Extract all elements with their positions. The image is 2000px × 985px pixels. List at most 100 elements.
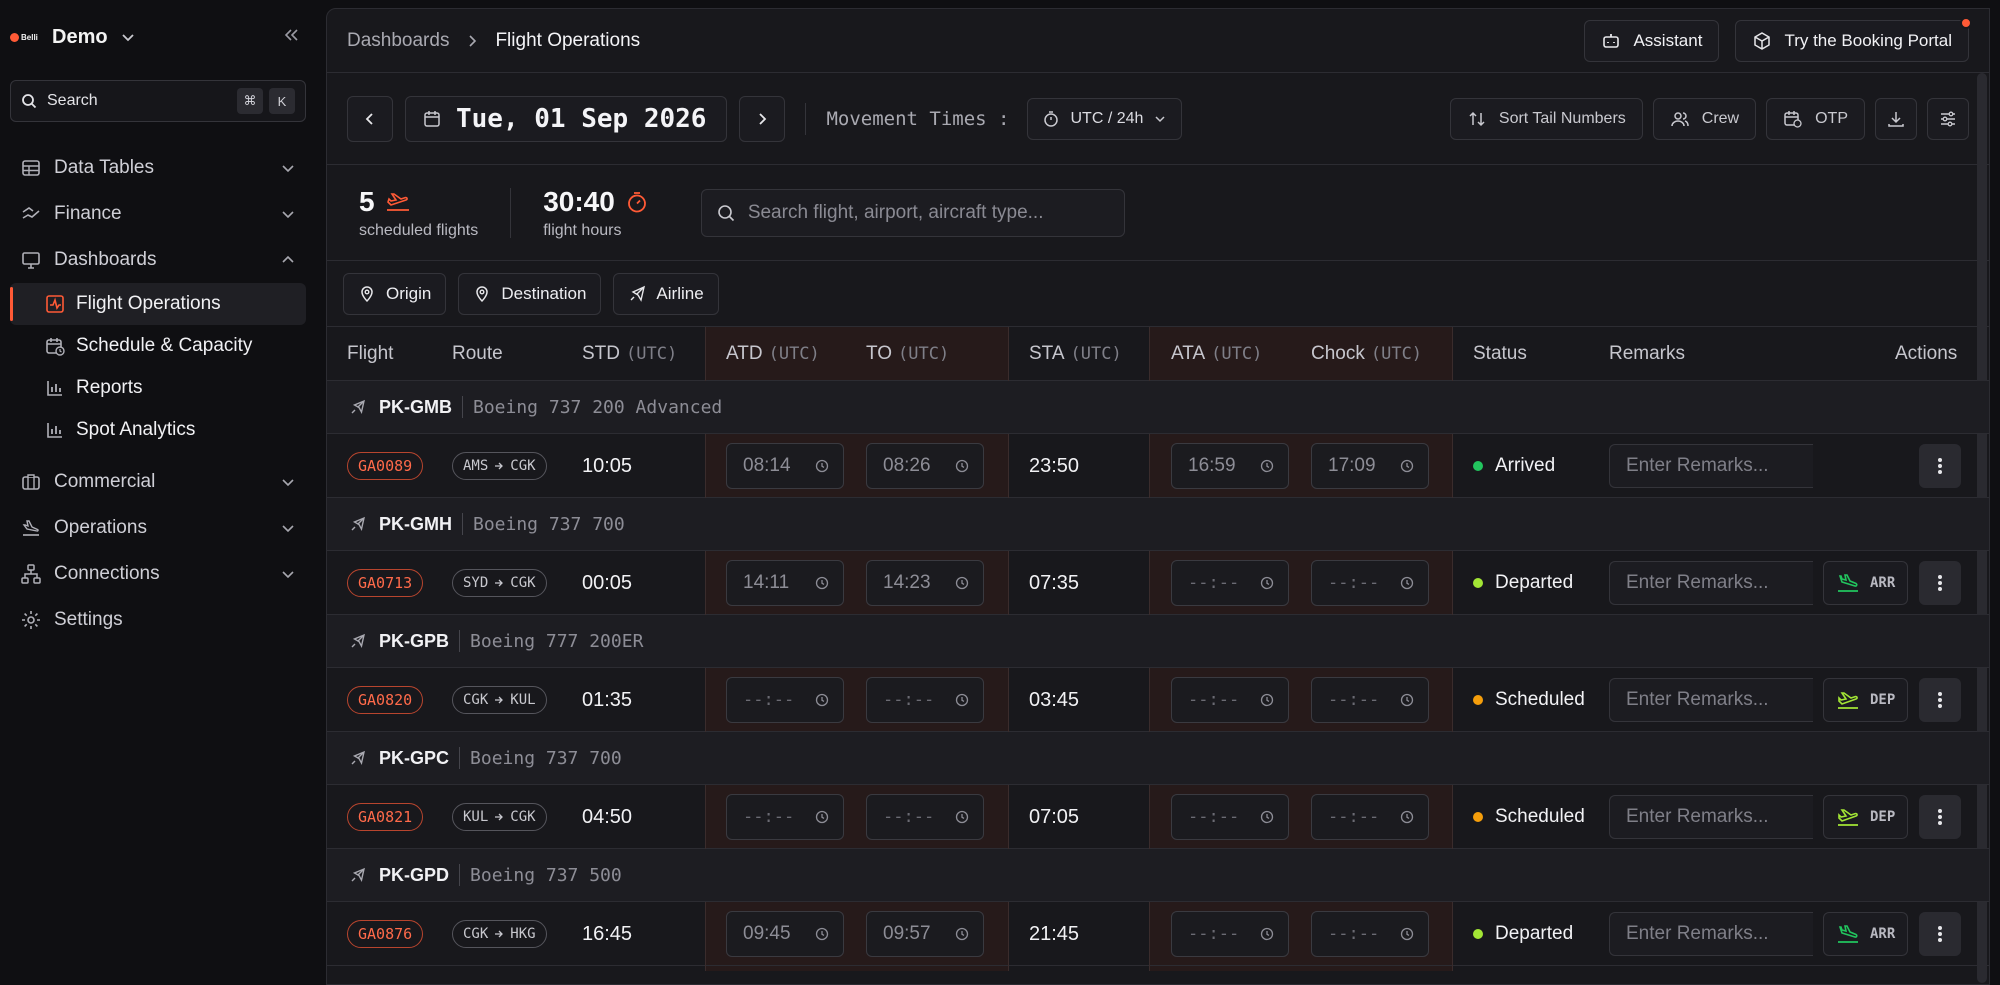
download-button[interactable] xyxy=(1875,97,1917,140)
flight-number-badge[interactable]: GA0821 xyxy=(347,803,424,831)
table-icon xyxy=(20,157,42,179)
origin-filter-button[interactable]: Origin xyxy=(343,272,447,315)
flights-caption: scheduled flights xyxy=(359,221,479,239)
row-menu-button[interactable] xyxy=(1919,912,1961,956)
takeoff-input[interactable]: 09:57 xyxy=(866,911,984,957)
row-menu-button[interactable] xyxy=(1919,444,1961,488)
remarks-input[interactable]: Enter Remarks... xyxy=(1609,912,1813,956)
status-indicator xyxy=(1473,578,1483,588)
row-menu-button[interactable] xyxy=(1919,795,1961,839)
clock-icon xyxy=(955,459,969,473)
takeoff-cell: 09:57 xyxy=(866,902,984,966)
std-value: 01:35 xyxy=(582,688,633,711)
chock-input[interactable]: --:-- xyxy=(1311,560,1429,606)
date-picker[interactable]: Tue, 01 Sep 2026 xyxy=(405,95,728,142)
std-cell: 00:05 xyxy=(582,551,632,615)
destination-filter-button[interactable]: Destination xyxy=(458,272,602,315)
atd-input[interactable]: 08:14 xyxy=(726,443,844,489)
ata-input[interactable]: --:-- xyxy=(1171,794,1289,840)
previous-day-button[interactable] xyxy=(347,95,393,142)
atd-cell: --:-- xyxy=(726,668,844,732)
remarks-input[interactable]: Enter Remarks... xyxy=(1609,444,1813,488)
workspace-switcher[interactable]: Belli Demo xyxy=(10,22,136,52)
ata-input[interactable]: --:-- xyxy=(1171,560,1289,606)
record-departure-button[interactable]: DEP xyxy=(1823,678,1909,722)
view-settings-button[interactable] xyxy=(1927,97,1969,140)
row-menu-button[interactable] xyxy=(1919,561,1961,605)
row-menu-button[interactable] xyxy=(1919,678,1961,722)
remarks-input[interactable]: Enter Remarks... xyxy=(1609,561,1813,605)
sidebar-item-schedule-capacity[interactable]: Schedule & Capacity xyxy=(10,325,306,367)
sidebar-search[interactable]: Search ⌘ K xyxy=(10,80,306,122)
divider xyxy=(510,187,512,238)
ata-input[interactable]: 16:59 xyxy=(1171,443,1289,489)
arrow-right-icon xyxy=(494,461,504,471)
std-cell: 01:35 xyxy=(582,668,632,732)
takeoff-input[interactable]: 08:26 xyxy=(866,443,984,489)
takeoff-input[interactable]: 14:23 xyxy=(866,560,984,606)
crew-label: Crew xyxy=(1701,109,1740,127)
chock-input[interactable]: --:-- xyxy=(1311,794,1429,840)
flight-search-input[interactable]: Search flight, airport, aircraft type... xyxy=(700,188,1125,237)
ata-input[interactable]: --:-- xyxy=(1171,911,1289,957)
flight-number-badge[interactable]: GA0820 xyxy=(347,686,424,714)
assistant-button[interactable]: Assistant xyxy=(1584,19,1720,62)
chock-input[interactable]: 17:09 xyxy=(1311,443,1429,489)
breadcrumb-dashboards[interactable]: Dashboards xyxy=(347,30,449,52)
collapse-sidebar-icon[interactable] xyxy=(282,26,300,44)
record-departure-button[interactable]: DEP xyxy=(1823,795,1909,839)
sort-tail-numbers-button[interactable]: Sort Tail Numbers xyxy=(1449,97,1643,140)
takeoff-value: 14:23 xyxy=(883,572,931,593)
chock-input[interactable]: --:-- xyxy=(1311,677,1429,723)
atd-cell: 09:45 xyxy=(726,902,844,966)
atd-input[interactable]: 09:45 xyxy=(726,911,844,957)
sidebar-item-finance[interactable]: Finance xyxy=(10,191,306,237)
otp-button[interactable]: OTP xyxy=(1766,97,1865,140)
atd-input[interactable]: 14:11 xyxy=(726,560,844,606)
record-arrival-button[interactable]: ARR xyxy=(1823,912,1909,956)
sidebar-item-operations[interactable]: Operations xyxy=(10,505,306,551)
sidebar-item-settings[interactable]: Settings xyxy=(10,597,306,643)
aircraft-type: Boeing 737 500 xyxy=(470,864,622,886)
remarks-input[interactable]: Enter Remarks... xyxy=(1609,678,1813,722)
ata-input[interactable]: --:-- xyxy=(1171,677,1289,723)
takeoff-input[interactable]: --:-- xyxy=(866,794,984,840)
route-cell: CGK HKG xyxy=(452,902,547,966)
takeoff-input[interactable]: --:-- xyxy=(866,677,984,723)
flight-number-badge[interactable]: GA0713 xyxy=(347,569,424,597)
ata-cell: 16:59 xyxy=(1171,434,1289,498)
status-cell: Departed xyxy=(1473,902,1573,966)
airline-filter-button[interactable]: Airline xyxy=(613,272,719,315)
timezone-select[interactable]: UTC / 24h xyxy=(1027,97,1183,140)
chock-input[interactable]: --:-- xyxy=(1311,911,1429,957)
sidebar-item-commercial[interactable]: Commercial xyxy=(10,459,306,505)
atd-input[interactable]: --:-- xyxy=(726,794,844,840)
arrow-right-icon xyxy=(494,929,504,939)
action-label: DEP xyxy=(1870,809,1896,825)
sta-cell: 07:05 xyxy=(1029,785,1079,849)
sta-value: 21:45 xyxy=(1029,922,1080,945)
route-destination: KUL xyxy=(510,692,536,708)
chock-cell: --:-- xyxy=(1311,785,1429,849)
chevron-down-icon xyxy=(120,29,136,45)
action-label: ARR xyxy=(1870,575,1896,591)
next-day-button[interactable] xyxy=(739,95,786,142)
sidebar-item-data-tables[interactable]: Data Tables xyxy=(10,145,306,191)
sidebar-item-reports[interactable]: Reports xyxy=(10,367,306,409)
sidebar-item-connections[interactable]: Connections xyxy=(10,551,306,597)
sidebar-item-dashboards[interactable]: Dashboards xyxy=(10,237,306,283)
atd-input[interactable]: --:-- xyxy=(726,677,844,723)
flight-number-badge[interactable]: GA0089 xyxy=(347,452,424,480)
crew-button[interactable]: Crew xyxy=(1652,97,1757,140)
sidebar-item-flight-operations[interactable]: Flight Operations xyxy=(10,283,306,325)
route-origin: AMS xyxy=(463,458,489,474)
chock-value: 17:09 xyxy=(1328,455,1376,476)
chock-cell: --:-- xyxy=(1311,902,1429,966)
record-arrival-button[interactable]: ARR xyxy=(1823,561,1909,605)
assistant-label: Assistant xyxy=(1633,30,1703,50)
sidebar-item-spot-analytics[interactable]: Spot Analytics xyxy=(10,409,306,451)
main-panel: Dashboards Flight Operations Assistant T… xyxy=(326,8,1990,985)
booking-portal-button[interactable]: Try the Booking Portal xyxy=(1735,16,1972,62)
remarks-input[interactable]: Enter Remarks... xyxy=(1609,795,1813,839)
flight-number-badge[interactable]: GA0876 xyxy=(347,920,424,948)
